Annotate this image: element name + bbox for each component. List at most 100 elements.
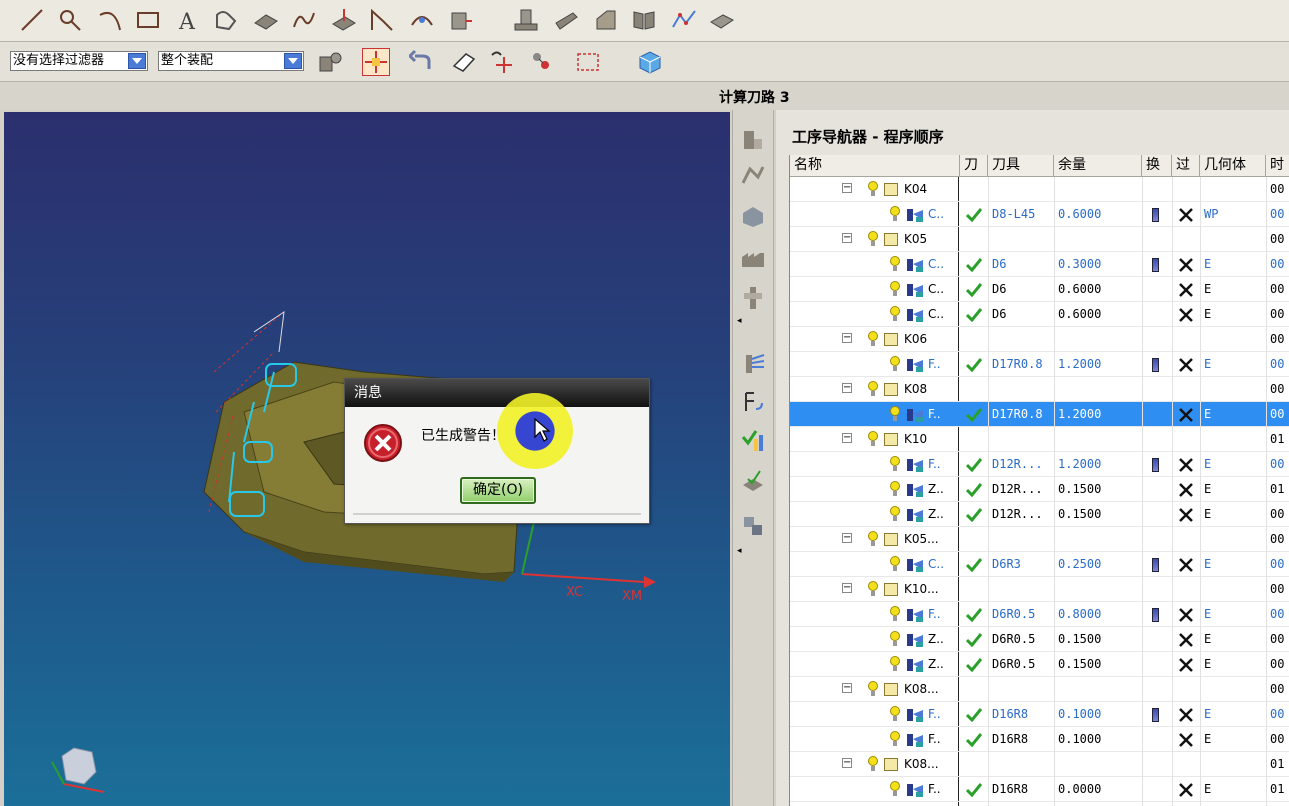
tool-cell: D8-L45 [992, 207, 1036, 221]
operation-row[interactable]: Z.. D12R... 0.1500 E 00 [790, 502, 1289, 527]
operation-row[interactable]: C.. D6 0.6000 E 00 [790, 302, 1289, 327]
operation-row[interactable]: Z.. D12R... 0.1500 E 01 [790, 477, 1289, 502]
program-group-row[interactable]: − K10 01 [790, 427, 1289, 452]
shape-icon[interactable] [212, 6, 240, 34]
system-materials-icon[interactable] [739, 466, 767, 494]
operation-row[interactable]: C.. D6R3 0.2500 E 00 [790, 552, 1289, 577]
palette-icon[interactable] [739, 426, 767, 454]
pad-icon[interactable] [592, 6, 620, 34]
selection-toolbar: 没有选择过滤器 整个装配 [0, 42, 1289, 82]
program-group-row[interactable]: − K06 00 [790, 327, 1289, 352]
machine-tool-icon[interactable] [739, 126, 767, 154]
collapse-arrow-icon[interactable]: ◂ [737, 316, 742, 326]
program-group-row[interactable]: − K08 00 [790, 377, 1289, 402]
program-group-row[interactable]: − K08... 01 [790, 752, 1289, 777]
operation-row[interactable]: F.. D6R0.5 0.8000 E 00 [790, 602, 1289, 627]
lightbulb-icon [890, 781, 900, 796]
offset-curve-icon[interactable] [408, 6, 436, 34]
surface-icon[interactable] [252, 6, 280, 34]
assembly-scope-select[interactable]: 整个装配 [158, 51, 304, 71]
arc-icon[interactable] [96, 6, 124, 34]
collapse-toggle-icon[interactable]: − [842, 683, 852, 693]
operation-row[interactable]: F.. D16R8 0.1000 E 00 [790, 702, 1289, 727]
collapse-toggle-icon[interactable]: − [842, 433, 852, 443]
col-header-name[interactable]: 名称 [790, 155, 960, 177]
assembly-nav-icon[interactable] [528, 48, 556, 76]
arc-point-icon[interactable] [56, 6, 84, 34]
check-icon [966, 408, 982, 422]
collapse-arrow-icon[interactable]: ◂ [737, 546, 742, 556]
snap-point-icon[interactable] [362, 48, 390, 76]
operation-table[interactable]: 名称 刀 刀具 余量 换 过 几何体 时 − K04 00 C.. D8-L45 0.60… [789, 155, 1289, 806]
rectangle-icon[interactable] [134, 6, 162, 34]
group-name: K05 [904, 232, 928, 246]
geometry-icon[interactable] [739, 162, 767, 190]
view-cube-icon[interactable] [636, 48, 664, 76]
operation-row[interactable]: F.. D12R... 1.2000 E 00 [790, 452, 1289, 477]
rectangle-select-icon[interactable] [574, 48, 602, 76]
program-group-row[interactable]: − K05... 00 [790, 527, 1289, 552]
program-group-row[interactable]: − K05 00 [790, 227, 1289, 252]
curve-icon[interactable] [290, 6, 318, 34]
collapse-toggle-icon[interactable]: − [842, 183, 852, 193]
history-icon[interactable] [739, 388, 767, 416]
book-icon[interactable] [630, 6, 658, 34]
lightbulb-icon [868, 756, 878, 771]
operation-row[interactable]: F.. D17R0.8 1.2000 E 00 [790, 402, 1289, 427]
tool-cell: D16R8 [992, 782, 1029, 796]
pocket-icon[interactable] [552, 6, 580, 34]
filter-settings-icon[interactable] [316, 48, 344, 76]
sketch-toolbar: A [0, 0, 1289, 42]
filter-select[interactable]: 没有选择过滤器 [10, 51, 148, 71]
operation-row[interactable]: F.. D17R0.8 1.2000 E 00 [790, 352, 1289, 377]
roles-icon[interactable] [739, 350, 767, 378]
boss-icon[interactable] [512, 6, 540, 34]
col-header-time[interactable]: 时 [1266, 155, 1289, 177]
eraser-icon[interactable] [450, 48, 478, 76]
lightbulb-icon [890, 481, 900, 496]
operation-row[interactable]: F.. D16R8 0.1000 E 00 [790, 727, 1289, 752]
chevron-down-icon[interactable] [284, 53, 302, 69]
collapse-toggle-icon[interactable]: − [842, 583, 852, 593]
text-icon[interactable]: A [174, 6, 202, 34]
undo-icon[interactable] [408, 48, 436, 76]
program-group-row[interactable]: − K08... 00 [790, 677, 1289, 702]
operation-row[interactable]: Z.. D6R0.5 0.1500 E 00 [790, 652, 1289, 677]
plane-icon[interactable] [330, 6, 358, 34]
operation-row[interactable]: C.. D8-L45 0.6000 WP 00 [790, 202, 1289, 227]
col-header-change[interactable]: 换 [1142, 155, 1172, 177]
factory-icon[interactable] [739, 244, 767, 272]
sheet-icon[interactable] [708, 6, 736, 34]
collapse-toggle-icon[interactable]: − [842, 333, 852, 343]
reuse-library-icon[interactable] [739, 512, 767, 540]
ok-button[interactable]: 确定(O) [460, 477, 536, 504]
collapse-toggle-icon[interactable]: − [842, 233, 852, 243]
operation-row[interactable]: C.. D6 0.6000 E 00 [790, 277, 1289, 302]
col-header-tool[interactable]: 刀具 [988, 155, 1054, 177]
stock-cell: 0.6000 [1058, 282, 1102, 296]
tool-holder-icon[interactable] [739, 284, 767, 312]
col-header-geometry[interactable]: 几何体 [1200, 155, 1266, 177]
collapse-toggle-icon[interactable]: − [842, 758, 852, 768]
chevron-down-icon[interactable] [128, 53, 146, 69]
col-header-tool-status[interactable]: 刀 [960, 155, 988, 177]
operation-row[interactable]: C.. D6 0.3000 E 00 [790, 252, 1289, 277]
line-icon[interactable] [18, 6, 46, 34]
excluded-x-icon [1179, 708, 1193, 722]
snap-cursor-icon[interactable] [488, 48, 516, 76]
method-icon[interactable] [739, 202, 767, 230]
operation-name: F.. [928, 782, 941, 796]
operation-row[interactable]: Z.. D6R0.5 0.1500 E 00 [790, 627, 1289, 652]
program-group-row[interactable]: − K10... 00 [790, 577, 1289, 602]
col-header-stock[interactable]: 余量 [1054, 155, 1142, 177]
collapse-toggle-icon[interactable]: − [842, 383, 852, 393]
col-header-excluded[interactable]: 过 [1172, 155, 1200, 177]
operation-row[interactable]: F.. D16R8 0.0000 E 01 [790, 777, 1289, 802]
program-group-row[interactable]: − K04 00 [790, 177, 1289, 202]
tool-cell: D6R3 [992, 557, 1021, 571]
intersect-icon[interactable] [368, 6, 396, 34]
tool-change-icon [1152, 358, 1159, 372]
spline-icon[interactable] [670, 6, 698, 34]
extrude-icon[interactable] [446, 6, 474, 34]
collapse-toggle-icon[interactable]: − [842, 533, 852, 543]
